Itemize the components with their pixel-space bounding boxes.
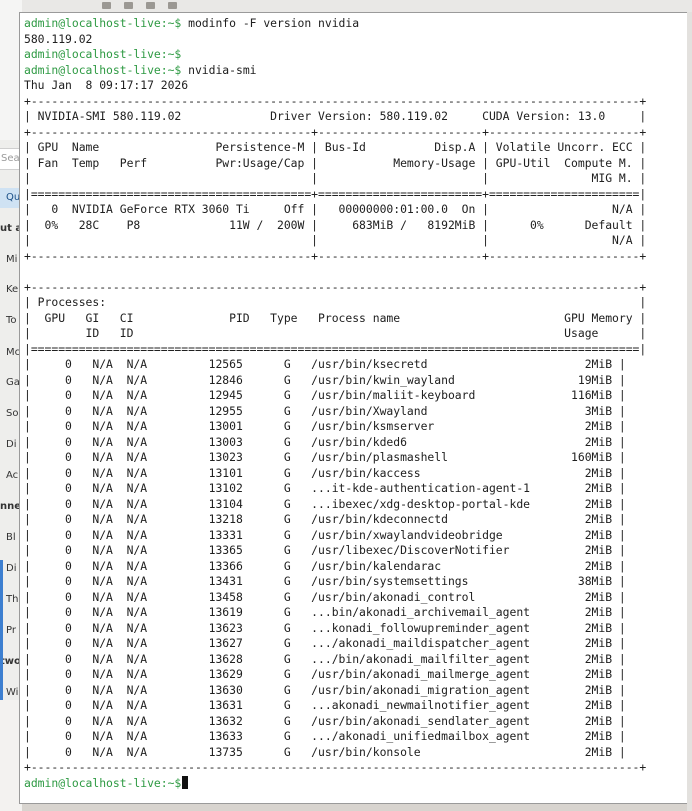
prompt: admin@localhost-live:~$ [24, 775, 182, 790]
process-row: | 0 N/A N/A 13627 G .../akonadi_maildisp… [24, 636, 626, 650]
command-line: admin@localhost-live:~$ [24, 775, 646, 792]
process-row: | 0 N/A N/A 13365 G /usr/libexec/Discove… [24, 543, 626, 557]
smi-process-table: | 0 N/A N/A 12565 G /usr/bin/ksecretd 2M… [24, 357, 646, 760]
smi-table-line: | GPU GI CI PID Type Process name GPU Me… [24, 310, 647, 325]
smi-table-line: | ID ID Usage | [24, 326, 647, 340]
process-row: | 0 N/A N/A 12955 G /usr/bin/Xwayland 3M… [24, 403, 626, 418]
date-line: Thu Jan 8 09:17:17 2026 [24, 78, 189, 92]
command-line: admin@localhost-live:~$ modinfo -F versi… [24, 16, 646, 32]
smi-table-line: |=======================================… [24, 186, 647, 201]
smi-table-line: | GPU Name Persistence-M | Bus-Id Disp.A… [24, 140, 647, 154]
smi-table-line [24, 264, 646, 280]
prompt: admin@localhost-live:~$ [24, 47, 182, 61]
smi-footer-line: +---------------------------------------… [24, 760, 647, 774]
process-row: | 0 N/A N/A 13331 G /usr/bin/xwaylandvid… [24, 527, 626, 542]
process-row: | 0 N/A N/A 12565 G /usr/bin/ksecretd 2M… [24, 357, 626, 371]
process-row: | 0 N/A N/A 13629 G /usr/bin/akonadi_mai… [24, 667, 626, 681]
terminal-output: admin@localhost-live:~$ modinfo -F versi… [24, 16, 646, 791]
process-row: | 0 N/A N/A 13632 G /usr/bin/akonadi_sen… [24, 713, 626, 728]
toolbar-icon[interactable] [168, 2, 177, 9]
process-row: | 0 N/A N/A 13458 G /usr/bin/akonadi_con… [24, 589, 626, 604]
process-row: | 0 N/A N/A 13101 G /usr/bin/kaccess 2Mi… [24, 465, 626, 480]
command-text: modinfo -F version nvidia [181, 16, 360, 30]
command-line: admin@localhost-live:~$ [24, 47, 646, 63]
process-row: | 0 N/A N/A 13630 G /usr/bin/akonadi_mig… [24, 682, 626, 697]
smi-table-line: | NVIDIA-SMI 580.119.02 Driver Version: … [24, 109, 647, 123]
toolbar-icon[interactable] [102, 2, 111, 9]
smi-table-line: +---------------------------------------… [24, 279, 647, 294]
desktop-edge [687, 12, 692, 811]
prompt: admin@localhost-live:~$ [24, 62, 182, 77]
process-row: | 0 N/A N/A 13366 G /usr/bin/kalendarac … [24, 558, 626, 573]
smi-table-line: +---------------------------------------… [24, 93, 647, 108]
process-row: | 0 N/A N/A 13001 G /usr/bin/ksmserver 2… [24, 419, 626, 433]
smi-table-line: +---------------------------------------… [24, 124, 647, 139]
toolbar-icon[interactable] [124, 2, 133, 9]
output-line: 580.119.02 [24, 31, 93, 46]
smi-gpu-table: +---------------------------------------… [24, 94, 646, 358]
smi-table-line: | Fan Temp Perf Pwr:Usage/Cap | Memory-U… [24, 155, 647, 170]
process-row: | 0 N/A N/A 13735 G /usr/bin/konsole 2Mi… [24, 744, 626, 759]
process-row: | 0 N/A N/A 13623 G ...konadi_followupre… [24, 620, 626, 635]
process-row: | 0 N/A N/A 12945 G /usr/bin/maliit-keyb… [24, 388, 626, 402]
command-text: nvidia-smi [181, 62, 257, 77]
process-row: | 0 N/A N/A 13619 G ...bin/akonadi_archi… [24, 605, 626, 619]
terminal-cursor [182, 775, 189, 789]
toolbar-icon[interactable] [146, 2, 155, 9]
smi-table-line: | Processes: | [24, 295, 647, 309]
process-row: | 0 N/A N/A 13102 G ...it-kde-authentica… [24, 481, 626, 495]
smi-table-line: | 0 NVIDIA GeForce RTX 3060 Ti Off | 000… [24, 202, 647, 216]
process-row: | 0 N/A N/A 13003 G /usr/bin/kded6 2MiB … [24, 434, 626, 449]
command-line: admin@localhost-live:~$ nvidia-smi [24, 63, 646, 79]
process-row: | 0 N/A N/A 13628 G .../bin/akonadi_mail… [24, 651, 626, 666]
process-row: | 0 N/A N/A 13218 G /usr/bin/kdeconnectd… [24, 512, 626, 526]
smi-table-line: | 0% 28C P8 11W / 200W | 683MiB / 8192Mi… [24, 217, 647, 232]
terminal-window[interactable]: admin@localhost-live:~$ modinfo -F versi… [19, 12, 689, 804]
process-row: | 0 N/A N/A 13431 G /usr/bin/systemsetti… [24, 574, 626, 588]
process-row: | 0 N/A N/A 13104 G ...ibexec/xdg-deskto… [24, 496, 626, 511]
smi-table-line: +---------------------------------------… [24, 248, 647, 263]
process-row: | 0 N/A N/A 12846 G /usr/bin/kwin_waylan… [24, 372, 626, 387]
smi-table-line: | | | N/A | [24, 233, 647, 247]
selection-rail [0, 560, 3, 700]
smi-table-line: |=======================================… [24, 341, 647, 356]
smi-table-line: | | | MIG M. | [24, 171, 647, 185]
prompt: admin@localhost-live:~$ [24, 16, 182, 30]
process-row: | 0 N/A N/A 13023 G /usr/bin/plasmashell… [24, 450, 626, 464]
process-row: | 0 N/A N/A 13631 G ...akonadi_newmailno… [24, 698, 626, 712]
process-row: | 0 N/A N/A 13633 G .../akonadi_unifiedm… [24, 729, 626, 743]
